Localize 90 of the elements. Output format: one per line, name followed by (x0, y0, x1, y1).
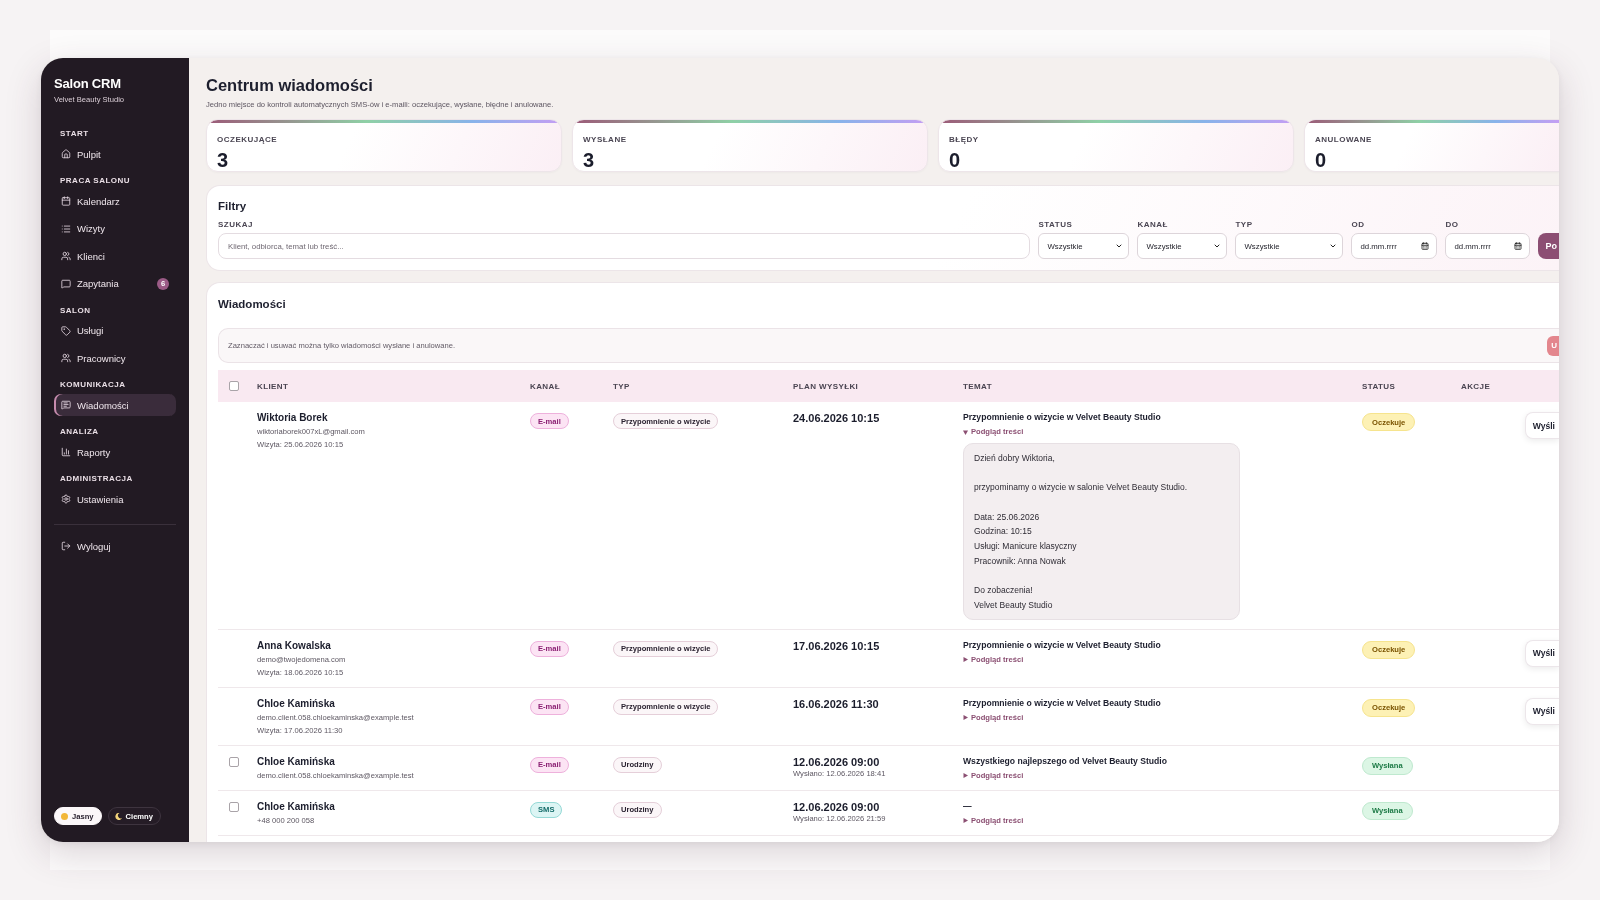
logout-link[interactable]: Wyloguj (54, 535, 176, 557)
field-label: DO (1445, 220, 1459, 230)
page-title: Centrum wiadomości (206, 75, 373, 95)
client-name: Wiktoria Borek (257, 411, 328, 424)
dot-icon (61, 812, 68, 820)
preview-paragraph: Data: 25.06.2026 Godzina: 10:15 Usługi: Manicure klasyczny Pracownik: Anna Nowak (974, 510, 1078, 568)
logout-icon (61, 541, 71, 551)
calendar-icon (1421, 242, 1430, 250)
chevron-down-icon (1115, 242, 1124, 250)
nav-item[interactable]: Raporty (54, 441, 176, 463)
select-all-checkbox[interactable] (229, 381, 239, 391)
send-button[interactable]: Wyśli (1524, 697, 1559, 725)
column-header: TEMAT (963, 381, 992, 391)
client-name: Chloe Kamińska (257, 799, 335, 813)
column-header: KANAŁ (530, 381, 560, 391)
plan-date: 16.06.2026 11:30 (793, 696, 879, 711)
stat-label: BŁĘDY (949, 135, 979, 145)
stat-value: 3 (583, 149, 596, 171)
caret-icon (963, 715, 968, 721)
preview-paragraph: Dzień dobry Wiktoria, (974, 452, 1056, 465)
stat-value: 0 (1315, 149, 1328, 171)
nav-item[interactable]: Klienci (54, 245, 176, 267)
send-button[interactable]: Wyśli (1524, 639, 1559, 667)
settings-icon (61, 494, 71, 504)
column-header: KLIENT (257, 381, 289, 391)
nav-item[interactable]: Kalendarz (54, 190, 176, 212)
subject-text: Przypomnienie o wizycie w Velvet Beauty Studio (963, 411, 1161, 423)
stat-label: WYSŁANE (583, 135, 627, 145)
chart-icon (61, 447, 71, 457)
chevron-down-icon (1329, 242, 1338, 250)
field-label: OD (1351, 220, 1365, 230)
nav-item[interactable]: Wizyty (54, 217, 176, 240)
stat-label: OCZEKUJĄCE (217, 135, 278, 145)
column-header: AKCJE (1461, 381, 1491, 391)
panel-title: Filtry (218, 199, 247, 213)
subject-text: — (963, 799, 972, 812)
nav-item[interactable]: Ustawienia (54, 488, 176, 510)
row-checkbox[interactable] (229, 756, 239, 767)
subject-text: Wszystkiego najlepszego od Velvet Beauty Studio (963, 754, 1167, 767)
section-label: KOMUNIKACJA (60, 380, 126, 390)
users-icon (61, 353, 71, 363)
stat-value: 0 (949, 149, 962, 171)
field-label: TYP (1235, 220, 1253, 230)
home-icon (61, 149, 71, 159)
field-label: STATUS (1038, 220, 1073, 230)
calendar-icon (61, 196, 71, 206)
tag-icon (61, 325, 71, 336)
section-label: PRACA SALONU (60, 176, 131, 186)
plan-date: 12.06.2026 09:00 (793, 799, 880, 814)
client-name: Chloe Kamińska (257, 754, 335, 768)
section-label: ADMINISTRACJA (60, 474, 133, 484)
list-icon (61, 223, 71, 234)
moon-icon (114, 812, 122, 820)
nav-item[interactable]: Pracownicy (54, 347, 176, 369)
field-label: KANAŁ (1137, 220, 1168, 230)
filter-button[interactable]: Po (1538, 233, 1559, 259)
plan-date: 17.06.2026 10:15 (793, 638, 880, 653)
chat-icon (61, 278, 71, 289)
calendar-icon (1514, 242, 1523, 250)
column-header: PLAN WYSYŁKI (793, 381, 859, 391)
section-label: START (60, 129, 89, 139)
section-label: ANALIZA (60, 427, 99, 437)
stat-label: ANULOWANE (1315, 135, 1372, 145)
users-icon (61, 251, 71, 261)
panel-title: Wiadomości (218, 297, 286, 311)
client-name: Chloe Kamińska (257, 696, 335, 710)
row-checkbox[interactable] (229, 801, 239, 812)
plan-date: 12.06.2026 09:00 (793, 754, 880, 769)
plan-date: 24.06.2026 10:15 (793, 411, 880, 425)
brand-name: Salon CRM (54, 75, 122, 93)
section-label: SALON (60, 305, 91, 316)
nav-item[interactable]: Wiadomości (54, 394, 176, 416)
caret-icon (963, 818, 968, 824)
nav-item[interactable]: Pulpit (54, 143, 176, 165)
column-header: STATUS (1362, 381, 1396, 391)
chevron-down-icon (1213, 242, 1222, 250)
client-name: Anna Kowalska (257, 638, 331, 652)
preview-paragraph: Do zobaczenia! Velvet Beauty Studio (974, 584, 1054, 612)
nav-item[interactable]: Usługi (54, 319, 176, 342)
send-button[interactable]: Wyśli (1524, 412, 1559, 439)
caret-icon (963, 429, 968, 435)
preview-paragraph: przypominamy o wizycie w salonie Velvet Beauty Studio. (974, 481, 1189, 495)
field-label: SZUKAJ (218, 220, 253, 230)
caret-icon (963, 773, 968, 779)
caret-icon (963, 657, 968, 663)
message-icon (61, 400, 71, 410)
subject-text: Przypomnienie o wizycie w Velvet Beauty Studio (963, 696, 1161, 709)
subject-text: Przypomnienie o wizycie w Velvet Beauty Studio (963, 638, 1161, 651)
stat-value: 3 (217, 149, 230, 171)
column-header: TYP (613, 381, 630, 391)
